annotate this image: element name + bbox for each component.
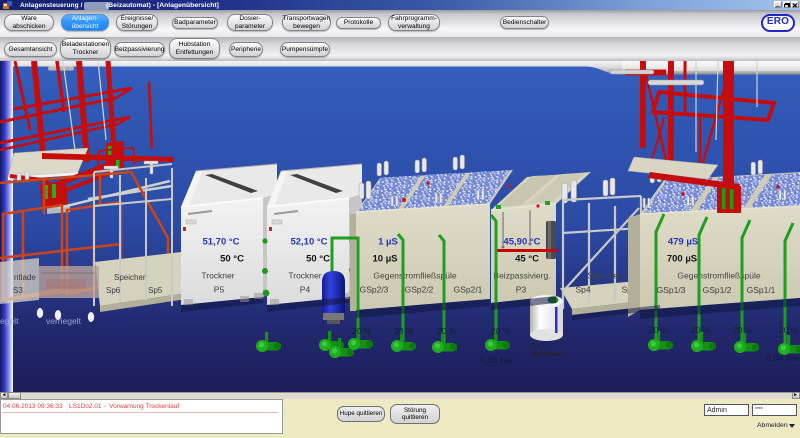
svg-text:20 %: 20 % — [733, 325, 753, 335]
svg-text:0,04 bar: 0,04 bar — [766, 353, 799, 363]
svg-text:20 %: 20 % — [649, 325, 669, 335]
svg-text:ntlade: ntlade — [14, 273, 36, 282]
svg-text:Trockner: Trockner — [288, 271, 321, 281]
svg-text:52,10 °C: 52,10 °C — [290, 237, 327, 248]
svg-text:20 %: 20 % — [394, 326, 414, 336]
svg-text:Sp6: Sp6 — [106, 286, 121, 295]
svg-text:GSp2/3: GSp2/3 — [360, 285, 389, 295]
svg-text:GSp2/1: GSp2/1 — [454, 285, 483, 295]
svg-text:P5: P5 — [214, 285, 225, 295]
svg-text:45,90 °C: 45,90 °C — [503, 237, 540, 248]
svg-text:GSp1/3: GSp1/3 — [657, 285, 686, 295]
svg-text:Speicher: Speicher — [114, 273, 146, 282]
svg-text:egelt: egelt — [0, 316, 19, 326]
svg-text:GSp2/2: GSp2/2 — [405, 285, 434, 295]
svg-text:Trockner: Trockner — [201, 271, 234, 281]
svg-text:verriegelt: verriegelt — [46, 316, 82, 326]
svg-text:Sp4: Sp4 — [575, 285, 590, 295]
svg-text:51,70 °C: 51,70 °C — [202, 237, 239, 248]
svg-text:Gegenstromfließspüle: Gegenstromfließspüle — [677, 271, 760, 281]
svg-text:Beizpassivierg.: Beizpassivierg. — [493, 271, 550, 281]
svg-text:20 %: 20 % — [437, 326, 457, 336]
svg-text:20 %: 20 % — [491, 326, 511, 336]
svg-text:700 µS: 700 µS — [667, 254, 697, 265]
svg-text:P3: P3 — [516, 285, 527, 295]
svg-text:Speicher: Speicher — [587, 271, 621, 281]
svg-text:GSp1/2: GSp1/2 — [703, 285, 732, 295]
svg-text:0,06 bar: 0,06 bar — [480, 355, 513, 365]
svg-text:20 %: 20 % — [352, 326, 372, 336]
svg-text:P4: P4 — [300, 285, 311, 295]
svg-text:20 %: 20 % — [779, 325, 799, 335]
svg-text:10 µS: 10 µS — [372, 254, 397, 265]
svg-text:S3: S3 — [13, 286, 23, 295]
svg-text:1 µS: 1 µS — [378, 237, 398, 248]
svg-text:20 %: 20 % — [691, 325, 711, 335]
svg-text:50 °C: 50 °C — [220, 254, 244, 265]
svg-text:50 °C: 50 °C — [306, 254, 330, 265]
svg-text:479 µS: 479 µS — [668, 237, 698, 248]
svg-text:GSp1/1: GSp1/1 — [747, 285, 776, 295]
svg-text:Sp5: Sp5 — [148, 286, 163, 295]
svg-text:45 °C: 45 °C — [515, 254, 539, 265]
svg-text:Beizkonz.: Beizkonz. — [531, 349, 564, 358]
